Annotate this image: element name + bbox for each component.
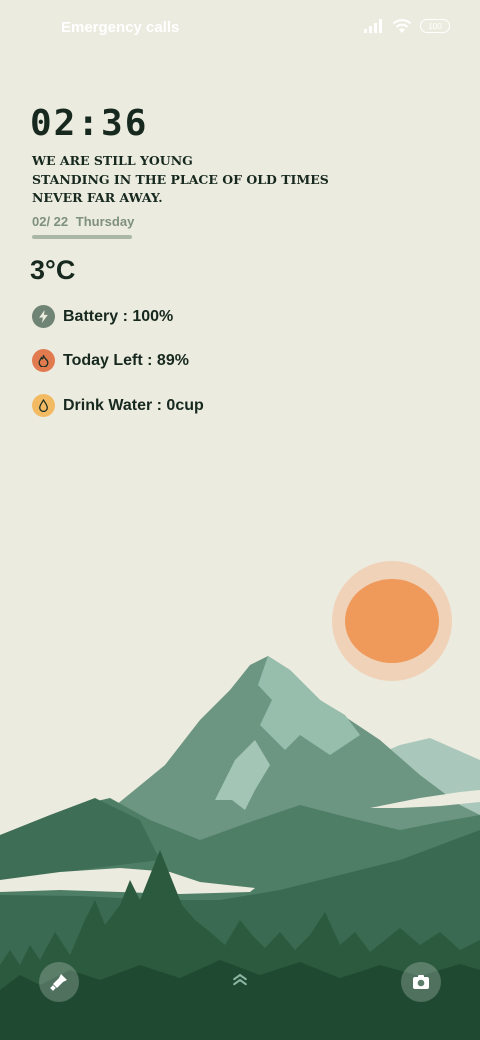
drink-water-info: Drink Water : 0cup (32, 394, 204, 417)
camera-icon (413, 975, 429, 989)
battery-icon: 100 (420, 19, 450, 33)
quote-line: NEVER FAR AWAY. (32, 190, 163, 205)
weekday-text: Thursday (75, 214, 135, 229)
battery-info: Battery : 100% (32, 305, 173, 328)
flashlight-icon (50, 974, 67, 991)
water-drop-icon (32, 394, 55, 417)
battery-level: 100 (428, 21, 442, 31)
drink-water-label: Drink Water : 0cup (63, 396, 204, 414)
today-left-info: Today Left : 89% (32, 349, 189, 372)
swipe-up-icon (233, 973, 247, 986)
camera-button[interactable] (401, 962, 441, 1002)
battery-info-label: Battery : 100% (63, 307, 174, 325)
status-icons: 100 (364, 18, 450, 34)
flashlight-button[interactable] (39, 962, 79, 1002)
date-row: 02/ 22 Thursday (32, 214, 138, 229)
quote-text: WE ARE STILL YOUNG STANDING IN THE PLACE… (32, 152, 372, 208)
signal-icon (364, 19, 382, 33)
emergency-calls-text[interactable]: Emergency calls (61, 19, 179, 36)
flame-icon (32, 349, 55, 372)
date-text: 02/ 22 (32, 214, 69, 229)
quote-line: STANDING IN THE PLACE OF OLD TIMES (32, 171, 329, 187)
lightning-icon (32, 305, 55, 328)
date-underline (32, 235, 132, 239)
swipe-up-indicator[interactable] (228, 970, 252, 990)
wifi-icon (392, 19, 412, 33)
sun (345, 579, 439, 663)
today-left-label: Today Left : 89% (63, 351, 189, 369)
temperature: 3°C (30, 255, 76, 285)
clock-time: 02:36 (30, 103, 149, 144)
status-bar: Emergency calls 100 (0, 0, 480, 56)
quote-line: WE ARE STILL YOUNG (32, 153, 193, 168)
